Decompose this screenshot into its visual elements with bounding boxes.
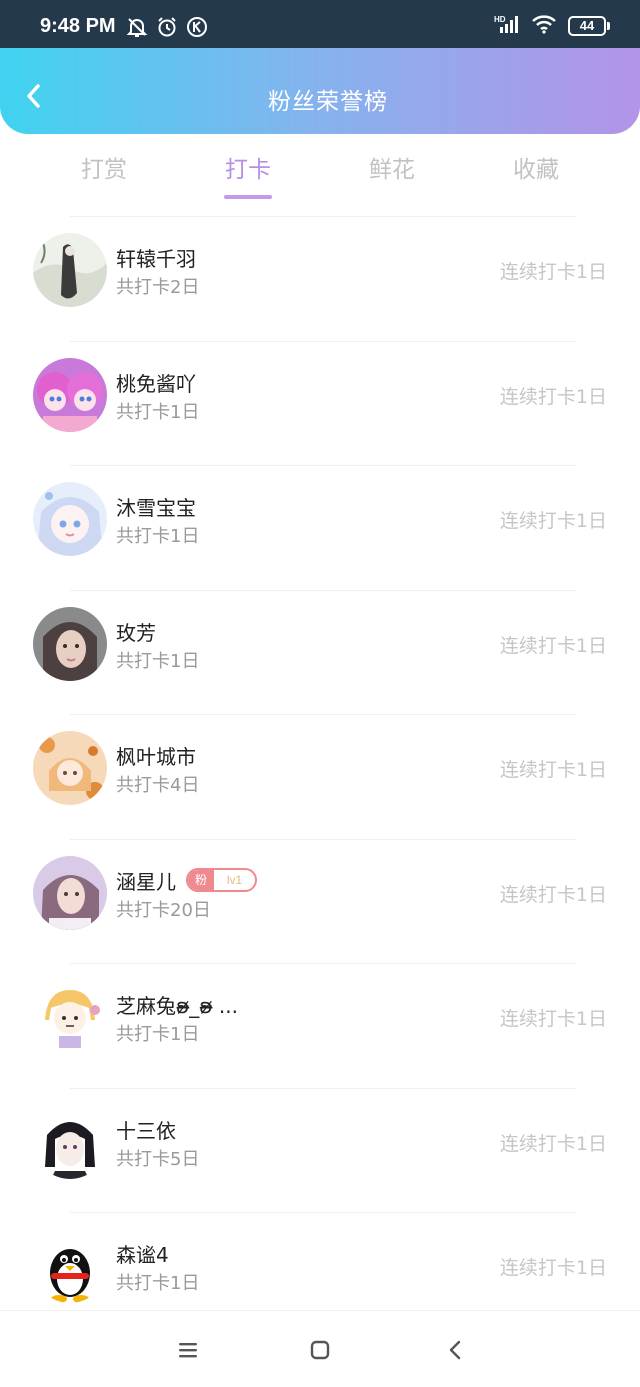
fan-ranking-list: 轩辕千羽 共打卡2日 连续打卡1日 桃免酱吖 共打卡1日 连续打卡1日 沐雪宝宝… <box>0 216 640 1337</box>
streak-label: 连续打卡1日 <box>499 385 607 408</box>
total-checkins: 共打卡5日 <box>116 1148 200 1170</box>
total-checkins: 共打卡20日 <box>116 899 211 921</box>
total-checkins: 共打卡1日 <box>116 526 200 547</box>
avatar[interactable] <box>33 1104 107 1179</box>
avatar[interactable] <box>33 482 107 556</box>
streak-label: 连续打卡1日 <box>499 1257 607 1279</box>
signal-icon: HD <box>494 14 520 38</box>
user-name: 沐雪宝宝 <box>116 496 196 520</box>
recent-apps-button[interactable] <box>173 1335 203 1365</box>
home-button[interactable] <box>305 1335 335 1365</box>
user-name: 十三依 <box>116 1118 176 1143</box>
total-checkins: 共打卡1日 <box>116 650 200 672</box>
divider <box>70 1087 576 1089</box>
total-checkins: 共打卡1日 <box>116 1024 200 1045</box>
back-triangle-icon <box>449 1340 461 1360</box>
list-item[interactable]: 涵星儿 粉 lv1 共打卡20日 连续打卡1日 <box>0 838 640 964</box>
divider <box>70 589 576 591</box>
total-checkins: 共打卡1日 <box>116 1273 200 1294</box>
fan-badge-level: lv1 <box>226 872 243 887</box>
user-name: 玫芳 <box>116 620 156 645</box>
avatar[interactable] <box>33 606 107 681</box>
page-title: 粉丝荣誉榜 <box>268 89 388 115</box>
alarm-icon <box>156 16 178 38</box>
streak-label: 连续打卡1日 <box>499 759 607 781</box>
streak-label: 连续打卡1日 <box>499 1008 607 1030</box>
menu-icon <box>179 1343 197 1358</box>
list-item[interactable]: 玫芳 共打卡1日 连续打卡1日 <box>0 589 640 715</box>
header-bar: 9:48 PM HD 44 粉丝荣誉榜 <box>0 0 640 134</box>
avatar[interactable] <box>33 855 107 930</box>
battery-indicator: 44 <box>568 16 610 36</box>
fan-badge-label: 粉 <box>188 869 214 890</box>
avatar[interactable] <box>33 357 107 432</box>
list-item[interactable]: 轩辕千羽 共打卡2日 连续打卡1日 <box>0 216 640 341</box>
system-back-button[interactable] <box>440 1335 470 1365</box>
list-item[interactable]: 十三依 共打卡5日 连续打卡1日 <box>0 1087 640 1213</box>
streak-label: 连续打卡1日 <box>499 1132 607 1155</box>
wifi-icon <box>532 14 556 38</box>
divider <box>70 216 576 217</box>
divider <box>70 838 576 840</box>
k-icon <box>186 16 208 38</box>
tab-flowers[interactable]: 鲜花 <box>356 150 428 184</box>
list-item[interactable]: 芝麻兔ʚ̴̶̷_ʚ̴̶̷ ... 共打卡1日 连续打卡1日 <box>0 963 640 1088</box>
streak-label: 连续打卡1日 <box>499 510 607 532</box>
user-name: 枫叶城市 <box>116 745 196 769</box>
status-icons <box>126 16 208 38</box>
list-item[interactable]: 枫叶城市 共打卡4日 连续打卡1日 <box>0 714 640 839</box>
divider <box>70 714 576 715</box>
tab-favorites[interactable]: 收藏 <box>500 150 572 184</box>
avatar[interactable] <box>33 980 107 1054</box>
avatar[interactable] <box>33 233 107 307</box>
tab-bar: 打赏 打卡 鲜花 收藏 <box>32 144 608 204</box>
active-tab-indicator <box>224 195 272 199</box>
streak-label: 连续打卡1日 <box>499 883 607 906</box>
divider <box>70 1212 576 1213</box>
fan-level-badge: 粉 lv1 <box>186 867 257 892</box>
total-checkins: 共打卡2日 <box>116 277 200 298</box>
tab-checkin[interactable]: 打卡 <box>212 150 284 184</box>
avatar[interactable] <box>33 1229 107 1303</box>
home-square-icon <box>310 1340 330 1360</box>
user-name: 森谧4 <box>116 1243 169 1267</box>
user-name: 桃免酱吖 <box>116 371 196 396</box>
tab-tips[interactable]: 打赏 <box>68 150 140 184</box>
list-item[interactable]: 沐雪宝宝 共打卡1日 连续打卡1日 <box>0 465 640 590</box>
status-bar: 9:48 PM HD 44 <box>0 0 640 48</box>
user-name: 涵星儿 <box>116 869 176 894</box>
total-checkins: 共打卡1日 <box>116 401 200 423</box>
user-name: 轩辕千羽 <box>116 247 196 271</box>
user-name: 芝麻兔ʚ̴̶̷_ʚ̴̶̷ ... <box>116 994 238 1018</box>
svg-text:HD: HD <box>494 15 506 24</box>
streak-label: 连续打卡1日 <box>499 261 607 283</box>
status-time: 9:48 PM <box>40 15 116 37</box>
divider <box>70 963 576 964</box>
status-icons-right: HD 44 <box>494 14 610 38</box>
system-nav-bar <box>0 1310 640 1387</box>
divider <box>70 465 576 466</box>
divider <box>70 340 576 342</box>
mute-bell-icon <box>126 16 148 38</box>
total-checkins: 共打卡4日 <box>116 775 200 796</box>
avatar[interactable] <box>33 731 107 805</box>
streak-label: 连续打卡1日 <box>499 634 607 657</box>
list-item[interactable]: 桃免酱吖 共打卡1日 连续打卡1日 <box>0 340 640 466</box>
